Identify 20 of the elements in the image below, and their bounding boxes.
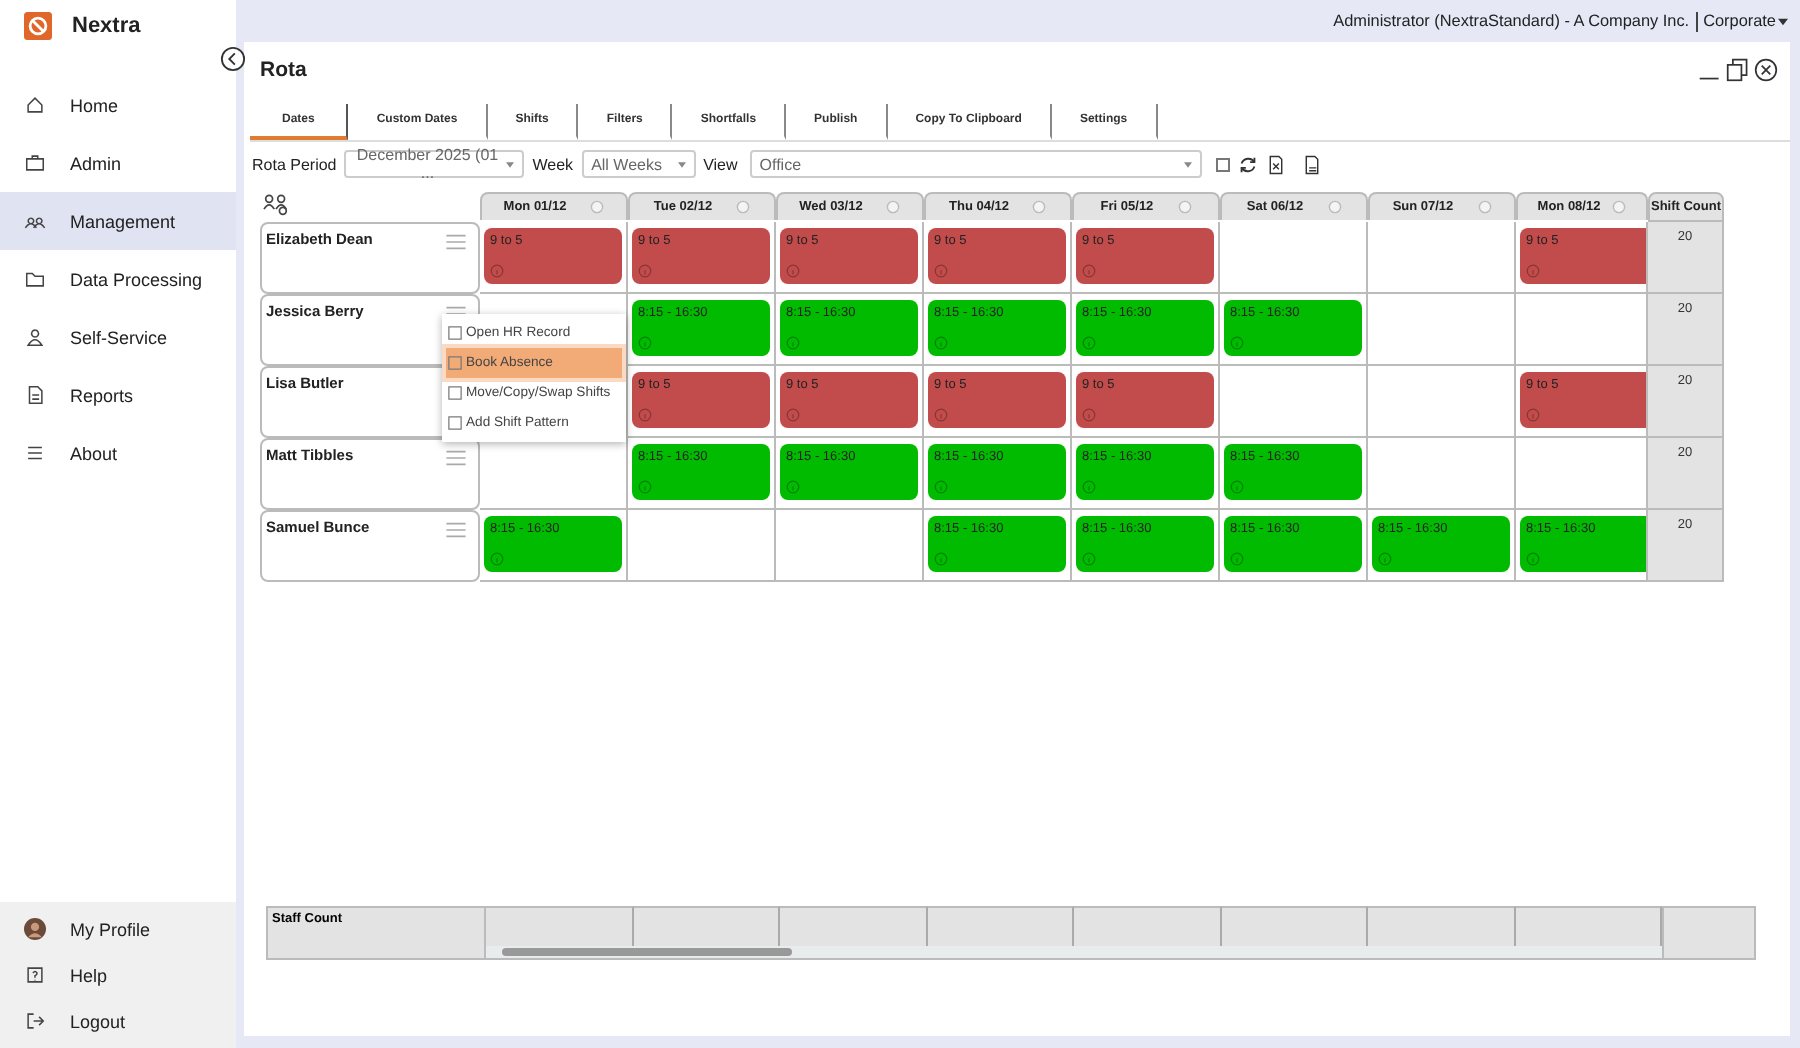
account-label: Administrator (NextraStandard) - A Company Inc. (1333, 12, 1690, 30)
sidebar-item[interactable]: Home (0, 76, 236, 134)
sidebar-item[interactable]: Logout (0, 998, 236, 1044)
week-dropdown[interactable]: All Weeks (581, 150, 696, 178)
sidebar-item[interactable]: Data Processing (0, 250, 236, 308)
sidebar-item[interactable]: Help (0, 952, 236, 998)
sidebar-item[interactable]: Reports (0, 366, 236, 424)
sidebar-item[interactable]: My Profile (0, 906, 236, 952)
window-title: Rota (260, 58, 307, 82)
company-dropdown[interactable]: Corporate (1703, 12, 1788, 30)
rota-period-label: Rota Period (252, 155, 337, 173)
sidebar-item[interactable]: Self-Service (0, 308, 236, 366)
sidebar-item[interactable]: Management (0, 192, 236, 250)
view-label: View (703, 155, 738, 173)
view-dropdown[interactable]: Office (749, 150, 1202, 178)
rota-period-dropdown[interactable]: December 2025 (01 ... (344, 150, 525, 178)
sidebar-item[interactable]: About (0, 424, 236, 482)
brand-name: Nextra (72, 14, 141, 38)
sidebar-item[interactable]: Admin (0, 134, 236, 192)
week-label: Week (532, 155, 574, 173)
